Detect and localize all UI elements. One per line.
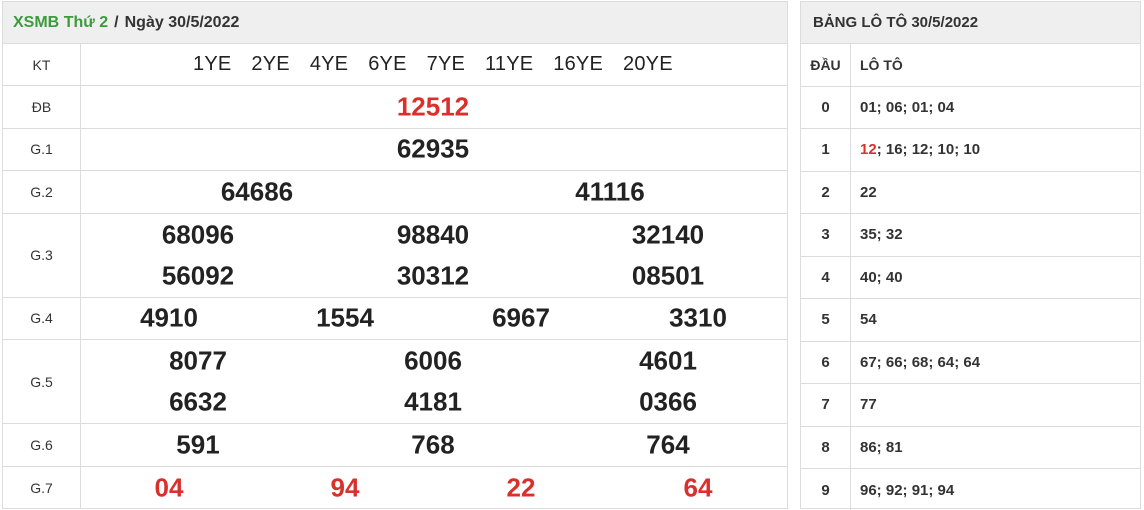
loto-row: 2 22 — [801, 171, 1140, 214]
loto-values: 96; 92; 91; 94 — [860, 481, 955, 499]
loto-values: 54 — [860, 311, 877, 329]
loto-values-rest: ; 16; 12; 10; 10 — [876, 141, 981, 159]
special-loto-value: 12 — [860, 141, 877, 159]
prize-number: 6006 — [404, 345, 462, 376]
prize-number: 30312 — [396, 260, 470, 290]
prize-row-g6: G.6 591 768 764 — [3, 424, 787, 467]
prize-number: 08501 — [631, 260, 705, 290]
loto-values: 40; 40 — [860, 268, 903, 286]
results-header: XSMB Thứ 2 / Ngày 30/5/2022 — [3, 2, 787, 44]
prize-row-g1: G.1 62935 — [3, 128, 787, 171]
code-5: 7YE — [426, 53, 466, 75]
loto-row: 6 67; 66; 68; 64; 64 — [801, 341, 1140, 384]
loto-header-row: ĐẦU LÔ TÔ — [801, 44, 1140, 87]
loto-values: 67; 66; 68; 64; 64 — [860, 353, 981, 371]
loto-row: 3 35; 32 — [801, 214, 1140, 257]
results-table: XSMB Thứ 2 / Ngày 30/5/2022 KT 1YE 2YE 4… — [2, 1, 788, 509]
loto-row: 4 40; 40 — [801, 256, 1140, 299]
kt-row: KT 1YE 2YE 4YE 6YE 7YE 11YE 16YE 20YE — [3, 44, 787, 86]
prize-number: 41116 — [575, 176, 645, 207]
prize-row-g7: G.7 04 94 22 64 — [3, 466, 787, 509]
codes-list: 1YE 2YE 4YE 6YE 7YE 11YE 16YE 20YE — [81, 44, 787, 85]
special-prize-number: 12512 — [396, 91, 470, 122]
prize-number: 3310 — [669, 302, 727, 333]
loto-head: 3 — [801, 214, 851, 256]
weekday-link[interactable]: Thứ 2 — [64, 14, 108, 31]
code-7: 16YE — [553, 53, 604, 75]
prize-number: 68096 — [161, 219, 235, 249]
prize-number: 1554 — [316, 302, 374, 333]
loto-values: 35; 32 — [860, 226, 903, 244]
loto-row: 8 86; 81 — [801, 426, 1140, 469]
prize-number: 4601 — [639, 345, 697, 376]
prize-number: 98840 — [396, 219, 470, 249]
site-link[interactable]: XSMB Thứ 2 — [13, 14, 108, 32]
row-label-kt: KT — [3, 44, 81, 85]
loto-head: 4 — [801, 256, 851, 298]
loto-table: BẢNG LÔ TÔ 30/5/2022 ĐẦU LÔ TÔ 0 01; 06;… — [800, 1, 1141, 510]
loto-values: 86; 81 — [860, 438, 903, 456]
code-1: 1YE — [193, 53, 232, 75]
row-label-g3: G.3 — [3, 213, 81, 297]
loto-column-label: LÔ TÔ — [860, 56, 903, 73]
prize-number: 6632 — [169, 386, 227, 417]
row-label-db: ĐB — [3, 86, 81, 128]
loto-row: 1 12; 16; 12; 10; 10 — [801, 129, 1140, 172]
loto-row: 9 96; 92; 91; 94 — [801, 469, 1140, 510]
loto-row: 0 01; 06; 01; 04 — [801, 86, 1140, 129]
code-6: 11YE — [485, 53, 534, 75]
prize-row-g3: G.3 68096 98840 32140 56092 30312 08501 — [3, 213, 787, 298]
row-label-g1: G.1 — [3, 128, 81, 170]
results-date: Ngày 30/5/2022 — [124, 13, 240, 31]
prize-number: 56092 — [161, 260, 235, 290]
prize-number: 0366 — [639, 386, 697, 417]
prize-row-g4: G.4 4910 1554 6967 3310 — [3, 297, 787, 340]
code-2: 2YE — [251, 53, 290, 75]
loto-values: 77 — [860, 396, 877, 414]
loto-head: 2 — [801, 171, 851, 213]
prize-number: 4910 — [140, 302, 198, 333]
prize-number-highlight: 64 — [683, 472, 713, 503]
prize-number: 764 — [646, 429, 690, 460]
code-4: 6YE — [368, 53, 407, 75]
prize-row-g2: G.2 64686 41116 — [3, 171, 787, 214]
code-3: 4YE — [309, 53, 349, 75]
loto-title: BẢNG LÔ TÔ 30/5/2022 — [801, 2, 1140, 44]
loto-head: 6 — [801, 341, 851, 383]
site-name[interactable]: XSMB — [13, 14, 59, 31]
breadcrumb-separator: / — [114, 13, 119, 31]
row-label-g7: G.7 — [3, 466, 81, 509]
loto-head: 9 — [801, 469, 851, 510]
loto-head: 8 — [801, 426, 851, 468]
row-label-g5: G.5 — [3, 340, 81, 423]
prize-number: 768 — [411, 429, 455, 460]
loto-row: 7 77 — [801, 384, 1140, 427]
loto-row: 5 54 — [801, 299, 1140, 342]
loto-head: 1 — [801, 129, 851, 171]
row-label-g4: G.4 — [3, 297, 81, 339]
loto-values: 12; 16; 12; 10; 10 — [851, 129, 1140, 171]
row-label-g6: G.6 — [3, 424, 81, 466]
prize-number-highlight: 94 — [330, 472, 360, 503]
prize-row-g5: G.5 8077 6006 4601 6632 4181 0366 — [3, 340, 787, 424]
prize-number: 591 — [176, 429, 220, 460]
loto-head: 0 — [801, 86, 851, 128]
loto-values: 01; 06; 01; 04 — [860, 98, 955, 116]
loto-head: 7 — [801, 384, 851, 426]
prize-number: 6967 — [492, 302, 550, 333]
prize-number: 64686 — [220, 176, 294, 207]
prize-number-highlight: 22 — [506, 472, 536, 503]
prize-row-db: ĐB 12512 — [3, 86, 787, 129]
prize-number: 32140 — [631, 219, 705, 249]
head-column-label: ĐẦU — [801, 44, 851, 86]
code-8: 20YE — [623, 53, 673, 75]
prize-number: 8077 — [169, 345, 227, 376]
loto-head: 5 — [801, 299, 851, 341]
prize-number: 62935 — [396, 133, 470, 164]
row-label-g2: G.2 — [3, 171, 81, 213]
prize-number-highlight: 04 — [154, 472, 184, 503]
loto-values: 22 — [860, 183, 877, 201]
prize-number: 4181 — [404, 386, 462, 417]
